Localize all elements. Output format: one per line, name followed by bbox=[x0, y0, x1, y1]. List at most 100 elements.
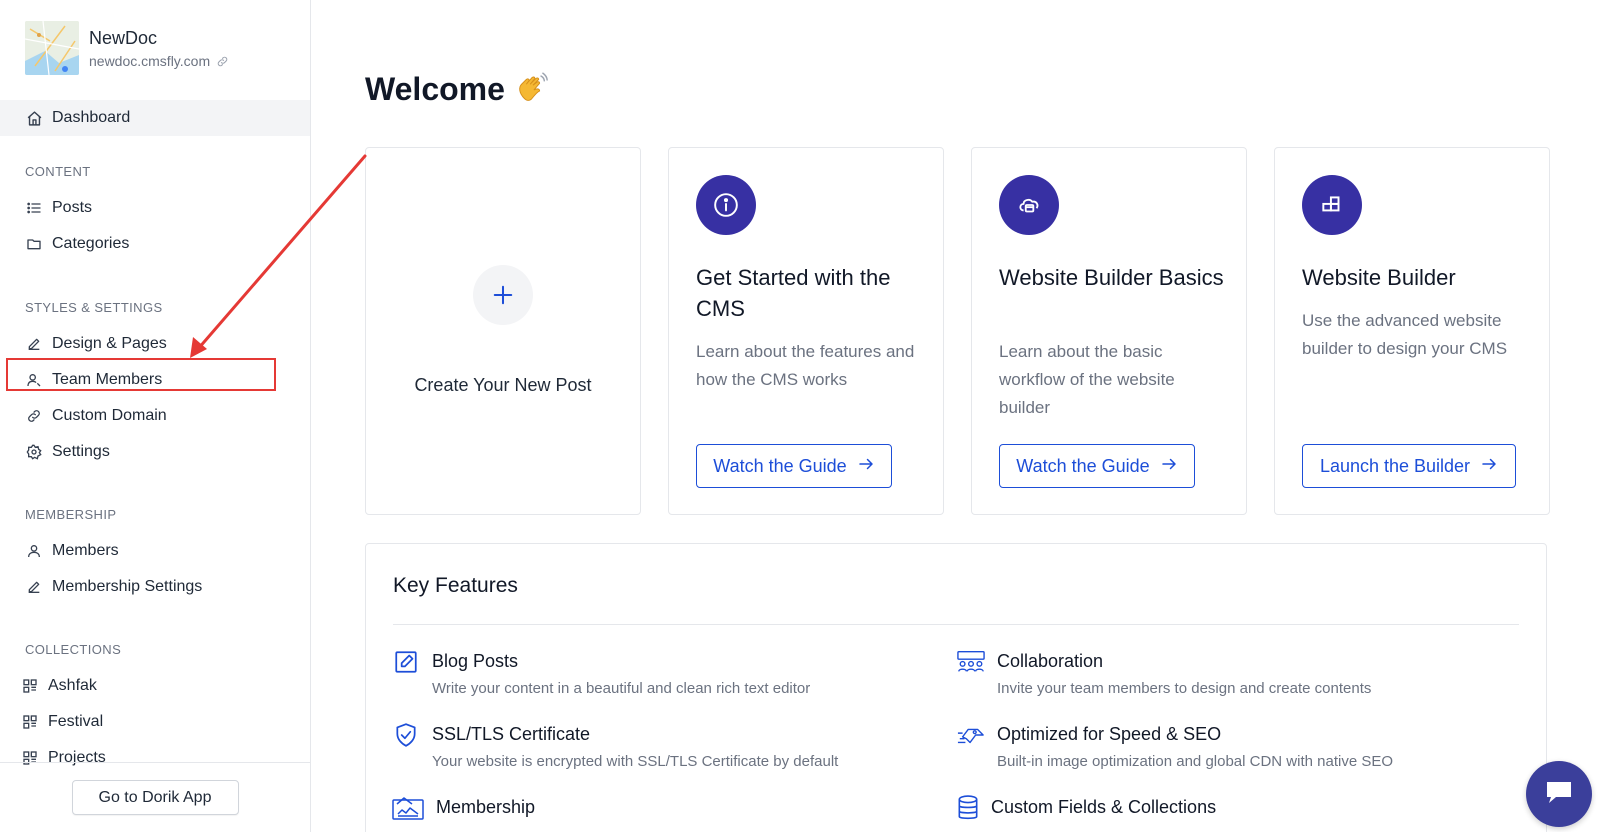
page-title: Welcome bbox=[365, 70, 551, 108]
sidebar-item-label: Membership Settings bbox=[52, 578, 203, 595]
sidebar: NewDoc newdoc.cmsfly.com Dashboard CONTE… bbox=[0, 0, 311, 832]
sidebar-item-custom-domain[interactable]: Custom Domain bbox=[0, 398, 310, 434]
site-url[interactable]: newdoc.cmsfly.com bbox=[89, 53, 210, 69]
watch-guide-button[interactable]: Watch the Guide bbox=[696, 444, 892, 488]
pencil-icon bbox=[25, 335, 43, 353]
divider bbox=[393, 624, 1519, 625]
sidebar-item-label: Festival bbox=[48, 713, 104, 730]
welcome-text: Welcome bbox=[365, 70, 505, 107]
database-icon bbox=[957, 794, 979, 822]
arrow-right-icon bbox=[1160, 455, 1178, 478]
site-header: NewDoc newdoc.cmsfly.com bbox=[0, 0, 310, 96]
link-icon bbox=[25, 407, 43, 425]
section-title-collections: COLLECTIONS bbox=[25, 642, 122, 657]
card-description: Use the advanced website builder to desi… bbox=[1302, 311, 1508, 358]
sidebar-item-label: Posts bbox=[52, 199, 93, 216]
feature-title: Membership bbox=[436, 797, 536, 817]
feature-title: Blog Posts bbox=[432, 651, 519, 671]
grid-icon bbox=[21, 713, 39, 731]
sidebar-item-membership-settings[interactable]: Membership Settings bbox=[0, 569, 310, 605]
edit-square-icon bbox=[392, 648, 420, 676]
sidebar-item-settings[interactable]: Settings bbox=[0, 434, 310, 470]
sidebar-item-label: Team Members bbox=[52, 371, 163, 388]
key-features-title: Key Features bbox=[393, 574, 518, 597]
feature-ssl: SSL/TLS Certificate Your website is encr… bbox=[392, 721, 838, 770]
feature-description: Invite your team members to design and c… bbox=[997, 680, 1372, 697]
sidebar-item-design-pages[interactable]: Design & Pages bbox=[0, 326, 310, 362]
chat-icon bbox=[1544, 778, 1574, 811]
section-title-membership: MEMBERSHIP bbox=[25, 507, 117, 522]
sidebar-item-label: Categories bbox=[52, 235, 130, 252]
create-post-label[interactable]: Create Your New Post bbox=[366, 375, 640, 396]
go-to-dorik-app-button[interactable]: Go to Dorik App bbox=[71, 780, 239, 815]
pencil-icon bbox=[25, 578, 43, 596]
membership-icon bbox=[392, 794, 424, 822]
sidebar-item-categories[interactable]: Categories bbox=[0, 226, 310, 262]
sidebar-item-label: Members bbox=[52, 542, 119, 559]
feature-title: SSL/TLS Certificate bbox=[432, 724, 591, 744]
feature-description: Your website is encrypted with SSL/TLS C… bbox=[432, 753, 839, 770]
feature-title: Collaboration bbox=[997, 651, 1104, 671]
sidebar-item-team-members[interactable]: Team Members bbox=[0, 362, 310, 398]
sidebar-item-ashfak[interactable]: Ashfak bbox=[0, 668, 310, 704]
sidebar-item-label: Ashfak bbox=[48, 677, 97, 694]
waving-hand-icon bbox=[513, 70, 551, 108]
card-title: Website Builder bbox=[1302, 265, 1456, 290]
key-features-panel: Key Features Blog Posts Write your conte… bbox=[365, 543, 1547, 832]
external-link-icon[interactable] bbox=[216, 55, 229, 68]
sidebar-item-label: Dashboard bbox=[52, 109, 131, 126]
arrow-right-icon bbox=[1480, 455, 1498, 478]
button-label: Launch the Builder bbox=[1319, 455, 1471, 476]
sidebar-item-label: Design & Pages bbox=[52, 335, 167, 352]
feature-speed-seo: Optimized for Speed & SEO Built-in image… bbox=[957, 721, 1393, 770]
sidebar-footer: Go to Dorik App bbox=[0, 762, 310, 832]
chat-widget-button[interactable] bbox=[1526, 761, 1592, 827]
card-title: Get Started with the CMS bbox=[696, 265, 891, 321]
app-root: NewDoc newdoc.cmsfly.com Dashboard CONTE… bbox=[0, 0, 1600, 832]
card-title: Website Builder Basics bbox=[999, 265, 1224, 290]
card-description: Learn about the basic workflow of the we… bbox=[999, 342, 1175, 417]
info-icon bbox=[696, 175, 756, 235]
guide-card-builder: Website Builder Use the advanced website… bbox=[1274, 147, 1550, 515]
main-content: Welcome Create Your New Post Get Started… bbox=[311, 0, 1600, 832]
home-icon bbox=[25, 109, 43, 127]
feature-title: Custom Fields & Collections bbox=[991, 797, 1217, 817]
feature-custom-fields: Custom Fields & Collections bbox=[957, 794, 1216, 822]
feature-blog-posts: Blog Posts Write your content in a beaut… bbox=[392, 648, 810, 697]
feature-description: Built-in image optimization and global C… bbox=[997, 753, 1394, 770]
user-icon bbox=[25, 542, 43, 560]
sidebar-item-label: Custom Domain bbox=[52, 407, 167, 424]
gear-icon bbox=[25, 443, 43, 461]
section-title-styles: STYLES & SETTINGS bbox=[25, 300, 163, 315]
card-description: Learn about the features and how the CMS… bbox=[696, 342, 915, 389]
feature-membership: Membership bbox=[392, 794, 535, 822]
plus-icon[interactable] bbox=[473, 265, 533, 325]
section-title-content: CONTENT bbox=[25, 164, 91, 179]
cloud-builder-icon bbox=[999, 175, 1059, 235]
site-thumbnail[interactable] bbox=[25, 21, 79, 75]
watch-guide-button[interactable]: Watch the Guide bbox=[999, 444, 1195, 488]
feature-description: Write your content in a beautiful and cl… bbox=[432, 680, 811, 697]
sidebar-item-festival[interactable]: Festival bbox=[0, 704, 310, 740]
speed-icon bbox=[957, 721, 985, 749]
shield-check-icon bbox=[392, 721, 420, 749]
launch-builder-button[interactable]: Launch the Builder bbox=[1302, 444, 1516, 488]
create-post-card[interactable]: Create Your New Post bbox=[365, 147, 641, 515]
site-name: NewDoc bbox=[89, 28, 158, 48]
feature-title: Optimized for Speed & SEO bbox=[997, 724, 1222, 744]
feature-collaboration: Collaboration Invite your team members t… bbox=[957, 648, 1371, 697]
team-icon bbox=[957, 648, 985, 676]
list-icon bbox=[25, 199, 43, 217]
sidebar-item-members[interactable]: Members bbox=[0, 533, 310, 569]
guide-card-cms: Get Started with the CMS Learn about the… bbox=[668, 147, 944, 515]
blocks-icon bbox=[1302, 175, 1362, 235]
folder-icon bbox=[25, 235, 43, 253]
grid-icon bbox=[21, 677, 39, 695]
sidebar-item-label: Settings bbox=[52, 443, 110, 460]
button-label: Watch the Guide bbox=[713, 455, 847, 476]
sidebar-item-posts[interactable]: Posts bbox=[0, 190, 310, 226]
arrow-right-icon bbox=[857, 455, 875, 478]
user-icon bbox=[25, 371, 43, 389]
sidebar-item-dashboard[interactable]: Dashboard bbox=[0, 100, 310, 136]
button-label: Watch the Guide bbox=[1016, 455, 1150, 476]
